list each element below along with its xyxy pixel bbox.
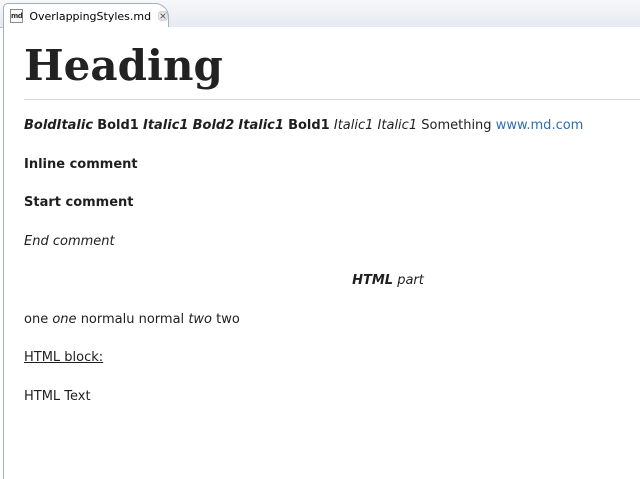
html-block-label: HTML block: <box>24 350 104 365</box>
text-bold-italic: Bold2 <box>192 118 235 133</box>
markdown-file-icon: md <box>10 9 24 23</box>
heading-divider <box>24 99 640 100</box>
text-normal: Something <box>421 118 492 133</box>
html-bold-italic-text: HTML <box>352 273 394 288</box>
html-italic-text: part <box>397 273 424 288</box>
text-bold-italic: Italic1 <box>142 118 189 133</box>
text-normal: one <box>24 312 49 327</box>
overlapping-styles-line: BoldItalic Bold1 Italic1 Bold2 Italic1 B… <box>24 117 583 135</box>
editor-area[interactable]: Heading BoldItalic Bold1 Italic1 Bold2 I… <box>3 27 640 479</box>
text-bold-italic: BoldItalic <box>24 118 94 133</box>
start-comment-text: Start comment <box>24 195 134 210</box>
web-link[interactable]: www.md.com <box>496 118 584 133</box>
close-icon[interactable] <box>158 10 168 22</box>
editor-tab-bar: md OverlappingStyles.md <box>0 0 640 28</box>
text-normal: normalu normal <box>80 312 185 327</box>
text-bold: Bold1 <box>288 118 330 133</box>
html-part-line: HTML part <box>0 272 640 290</box>
tab-title: OverlappingStyles.md <box>29 9 152 23</box>
text-bold-italic: Italic1 <box>238 118 284 133</box>
html-text: HTML Text <box>24 389 91 404</box>
editor-tab[interactable]: md OverlappingStyles.md <box>3 3 169 28</box>
end-comment-text: End comment <box>24 234 115 249</box>
text-bold: Bold1 <box>97 118 139 133</box>
text-italic: Italic1 <box>333 118 374 133</box>
text-italic: two <box>188 312 212 327</box>
text-italic: Italic1 <box>377 118 418 133</box>
text-normal: two <box>216 312 240 327</box>
inline-comment-text: Inline comment <box>24 157 138 172</box>
document-heading: Heading <box>24 41 223 90</box>
text-italic: one <box>52 312 77 327</box>
mixed-normal-line: one one normalu normal two two <box>24 311 240 329</box>
